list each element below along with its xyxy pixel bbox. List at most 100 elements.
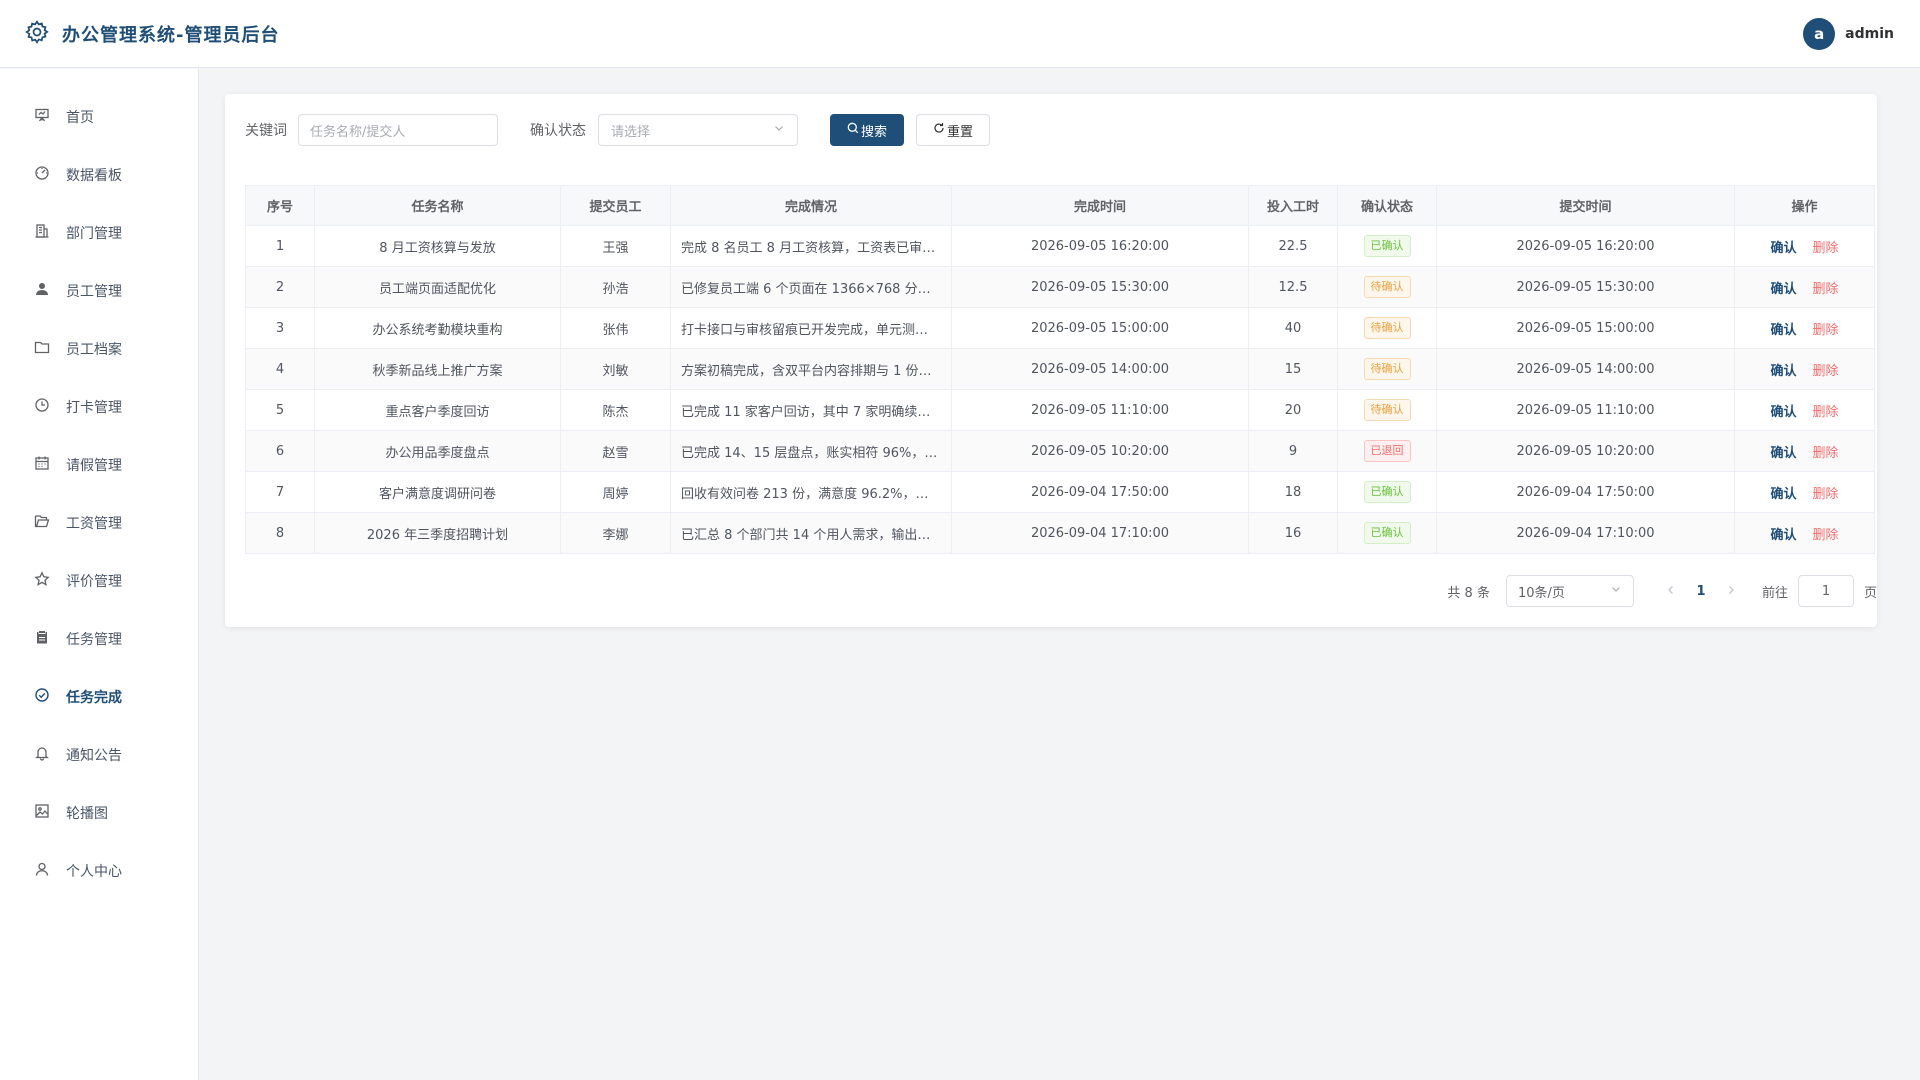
sidebar-item-tasks[interactable]: 任务管理 bbox=[0, 610, 198, 668]
cell-no: 5 bbox=[245, 389, 315, 431]
keyword-input[interactable]: 任务名称/提交人 bbox=[298, 114, 498, 146]
cell-actions: 确认 删除 bbox=[1734, 389, 1875, 431]
column-header: 完成时间 bbox=[951, 185, 1249, 226]
confirm-link[interactable]: 确认 bbox=[1770, 241, 1796, 256]
chevron-down-icon bbox=[773, 122, 785, 138]
next-page-button[interactable] bbox=[1716, 584, 1746, 599]
sidebar-item-notices[interactable]: 通知公告 bbox=[0, 726, 198, 784]
confirm-link[interactable]: 确认 bbox=[1770, 364, 1796, 379]
cell-task: 2026 年三季度招聘计划 bbox=[314, 512, 561, 554]
cell-status: 待确认 bbox=[1337, 307, 1437, 349]
username[interactable]: admin bbox=[1845, 26, 1894, 42]
cell-employee: 刘敏 bbox=[560, 348, 671, 390]
status-label: 确认状态 bbox=[530, 123, 586, 139]
sidebar-item-home[interactable]: 首页 bbox=[0, 88, 198, 146]
confirm-link[interactable]: 确认 bbox=[1770, 487, 1796, 502]
sidebar-item-employee-files[interactable]: 员工档案 bbox=[0, 320, 198, 378]
delete-link[interactable]: 删除 bbox=[1813, 323, 1839, 338]
folder-icon bbox=[34, 339, 50, 359]
confirm-link[interactable]: 确认 bbox=[1770, 528, 1796, 543]
cell-task: 重点客户季度回访 bbox=[314, 389, 561, 431]
status-badge: 已退回 bbox=[1363, 440, 1411, 462]
cell-actions: 确认 删除 bbox=[1734, 225, 1875, 267]
column-header: 提交员工 bbox=[560, 185, 671, 226]
delete-link[interactable]: 删除 bbox=[1813, 405, 1839, 420]
cell-submit-time: 2026-09-05 15:30:00 bbox=[1436, 266, 1735, 308]
sidebar-item-employees[interactable]: 员工管理 bbox=[0, 262, 198, 320]
page-suffix: 页 bbox=[1863, 585, 1877, 601]
sidebar-item-attendance[interactable]: 打卡管理 bbox=[0, 378, 198, 436]
cell-detail: 已汇总 8 个部门共 14 个用人需求，输出招聘计划表 bbox=[670, 512, 952, 554]
goto-page-input[interactable]: 1 bbox=[1797, 575, 1854, 607]
sidebar-item-profile[interactable]: 个人中心 bbox=[0, 842, 198, 900]
column-header: 任务名称 bbox=[314, 185, 561, 226]
cell-hours: 20 bbox=[1248, 389, 1338, 431]
status-badge: 待确认 bbox=[1363, 358, 1411, 380]
column-header: 完成情况 bbox=[670, 185, 952, 226]
sidebar-item-carousel[interactable]: 轮播图 bbox=[0, 784, 198, 842]
sidebar-item-label: 任务管理 bbox=[66, 632, 122, 648]
delete-link[interactable]: 删除 bbox=[1813, 282, 1839, 297]
cell-detail: 打卡接口与审核留痕已开发完成，单元测试全部通过 bbox=[670, 307, 952, 349]
delete-link[interactable]: 删除 bbox=[1813, 528, 1839, 543]
status-badge: 已确认 bbox=[1363, 481, 1411, 503]
page-number-current[interactable]: 1 bbox=[1686, 584, 1716, 599]
prev-page-button[interactable] bbox=[1656, 584, 1686, 599]
table-header-row: 序号 任务名称 提交员工 完成情况 完成时间 投入工时 确认状态 提交时间 操作 bbox=[245, 185, 1875, 226]
cell-status: 待确认 bbox=[1337, 266, 1437, 308]
sidebar-item-label: 通知公告 bbox=[66, 748, 122, 764]
sidebar-item-label: 工资管理 bbox=[66, 516, 122, 532]
dashboard-gauge-icon bbox=[34, 165, 50, 185]
cell-finish-time: 2026-09-05 10:20:00 bbox=[951, 430, 1249, 472]
delete-link[interactable]: 删除 bbox=[1813, 446, 1839, 461]
calendar-icon bbox=[34, 455, 50, 475]
cell-actions: 确认 删除 bbox=[1734, 307, 1875, 349]
cell-submit-time: 2026-09-05 14:00:00 bbox=[1436, 348, 1735, 390]
cell-actions: 确认 删除 bbox=[1734, 471, 1875, 513]
sidebar-item-label: 轮播图 bbox=[66, 806, 108, 822]
sidebar-item-label: 员工档案 bbox=[66, 342, 122, 358]
sidebar-item-leave[interactable]: 请假管理 bbox=[0, 436, 198, 494]
goto-label: 前往 bbox=[1761, 585, 1788, 601]
folder-opened-icon bbox=[34, 513, 50, 533]
cell-actions: 确认 删除 bbox=[1734, 266, 1875, 308]
sidebar-item-label: 打卡管理 bbox=[66, 400, 122, 416]
cell-employee: 陈杰 bbox=[560, 389, 671, 431]
cell-actions: 确认 删除 bbox=[1734, 348, 1875, 390]
sidebar-item-label: 任务完成 bbox=[66, 690, 122, 706]
sidebar-item-evaluation[interactable]: 评价管理 bbox=[0, 552, 198, 610]
cell-status: 待确认 bbox=[1337, 389, 1437, 431]
cell-status: 已确认 bbox=[1337, 225, 1437, 267]
sidebar-item-departments[interactable]: 部门管理 bbox=[0, 204, 198, 262]
confirm-link[interactable]: 确认 bbox=[1770, 405, 1796, 420]
page-size-select[interactable]: 10条/页 bbox=[1505, 575, 1634, 607]
cell-no: 3 bbox=[245, 307, 315, 349]
user-menu[interactable]: a admin bbox=[1803, 17, 1894, 50]
delete-link[interactable]: 删除 bbox=[1813, 241, 1839, 256]
cell-employee: 张伟 bbox=[560, 307, 671, 349]
cell-hours: 9 bbox=[1248, 430, 1338, 472]
avatar[interactable]: a bbox=[1803, 17, 1836, 50]
column-header: 提交时间 bbox=[1436, 185, 1735, 226]
delete-link[interactable]: 删除 bbox=[1813, 487, 1839, 502]
reset-button[interactable]: 重置 bbox=[916, 114, 990, 146]
cell-finish-time: 2026-09-04 17:10:00 bbox=[951, 512, 1249, 554]
table-row: 4 秋季新品线上推广方案 刘敏 方案初稿完成，含双平台内容排期与 1 份预算明细… bbox=[245, 348, 1875, 390]
sidebar-item-salary[interactable]: 工资管理 bbox=[0, 494, 198, 552]
search-button[interactable]: 搜索 bbox=[830, 114, 904, 146]
status-select[interactable]: 请选择 bbox=[598, 114, 798, 146]
sidebar-item-dashboard[interactable]: 数据看板 bbox=[0, 146, 198, 204]
cell-task: 办公系统考勤模块重构 bbox=[314, 307, 561, 349]
confirm-link[interactable]: 确认 bbox=[1770, 323, 1796, 338]
cell-no: 4 bbox=[245, 348, 315, 390]
column-header: 确认状态 bbox=[1337, 185, 1437, 226]
cell-hours: 15 bbox=[1248, 348, 1338, 390]
cell-finish-time: 2026-09-05 15:30:00 bbox=[951, 266, 1249, 308]
confirm-link[interactable]: 确认 bbox=[1770, 446, 1796, 461]
sidebar-item-task-completion[interactable]: 任务完成 bbox=[0, 668, 198, 726]
presentation-icon bbox=[34, 107, 50, 127]
delete-link[interactable]: 删除 bbox=[1813, 364, 1839, 379]
cell-submit-time: 2026-09-05 15:00:00 bbox=[1436, 307, 1735, 349]
confirm-link[interactable]: 确认 bbox=[1770, 282, 1796, 297]
cell-finish-time: 2026-09-05 16:20:00 bbox=[951, 225, 1249, 267]
